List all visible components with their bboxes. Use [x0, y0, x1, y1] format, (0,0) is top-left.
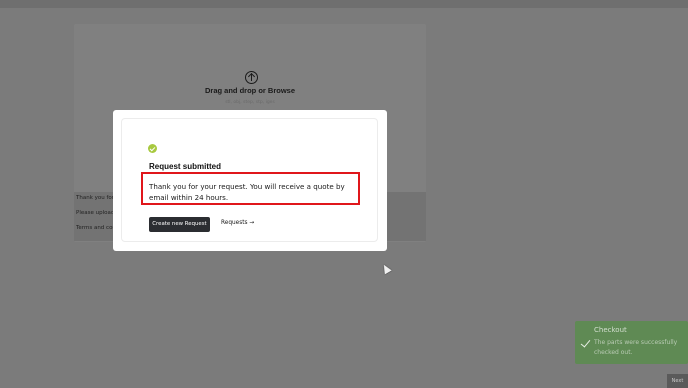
- toast-message: The parts were successfully checked out.: [594, 339, 678, 356]
- top-bar: [0, 0, 688, 8]
- checkout-toast: Checkout The parts were successfully che…: [575, 321, 688, 364]
- success-check-icon: [148, 144, 157, 153]
- upload-icon: [245, 71, 258, 84]
- info-line-upload: Please upload: [76, 210, 115, 216]
- dialog-message: Thank you for your request. You will rec…: [149, 182, 345, 202]
- mouse-cursor-icon: [380, 262, 392, 275]
- next-button[interactable]: Next: [667, 374, 688, 388]
- toast-check-icon: [580, 337, 591, 348]
- dropzone-title: Drag and drop or Browse: [204, 86, 295, 95]
- dialog-content: Request submitted Thank you for your req…: [121, 118, 378, 242]
- create-new-request-button[interactable]: Create new Request: [149, 217, 210, 232]
- toast-title: Checkout: [594, 326, 627, 334]
- dialog-title: Request submitted: [149, 162, 222, 171]
- requests-link[interactable]: Requests →: [221, 220, 254, 226]
- request-submitted-dialog: Request submitted Thank you for your req…: [113, 110, 387, 251]
- dropzone-formats: stl, obj, step, stp, iges: [225, 100, 275, 105]
- info-line-terms: Terms and con: [76, 225, 116, 231]
- info-line-thanks: Thank you for y: [76, 195, 116, 201]
